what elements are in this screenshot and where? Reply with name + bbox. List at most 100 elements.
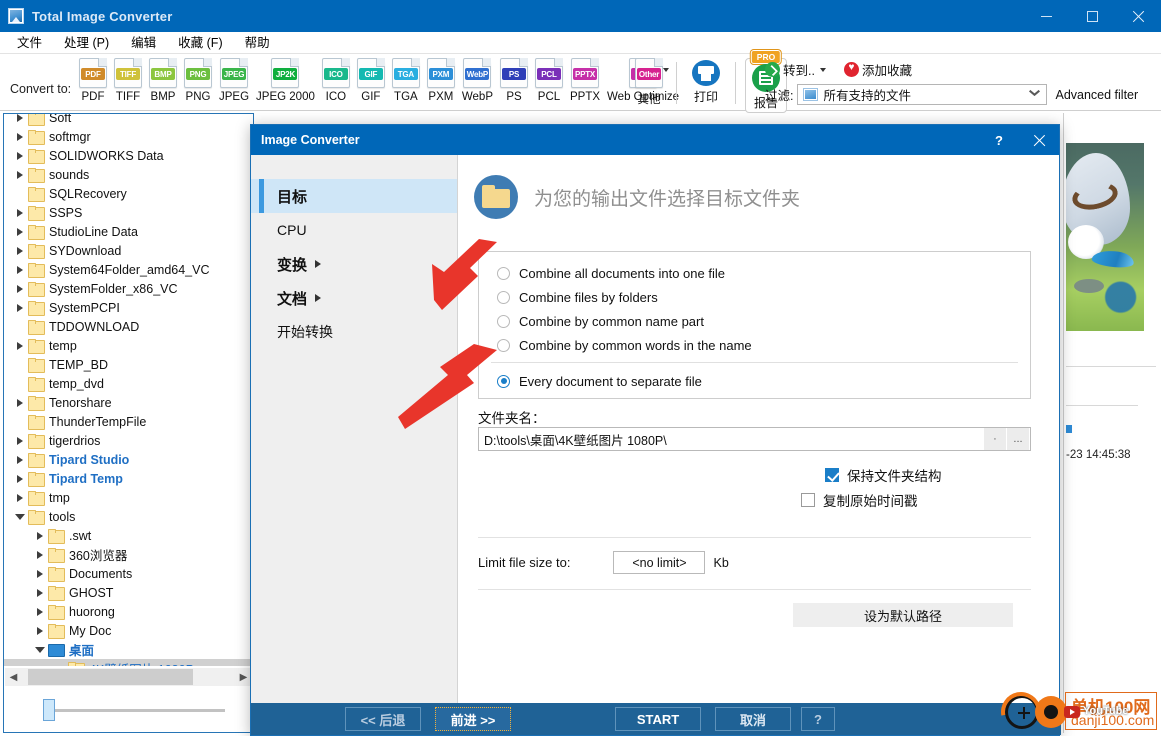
tree-item[interactable]: tigerdrios [4,431,253,450]
tree-item[interactable]: Soft [4,114,253,127]
goto-dropdown-caret-icon[interactable] [819,67,826,72]
tree-item[interactable]: TDDOWNLOAD [4,317,253,336]
browse-button[interactable]: ... [1007,428,1029,450]
tree-twisty-closed-icon[interactable] [32,602,48,621]
minimize-button[interactable] [1023,0,1069,32]
format-button-ps[interactable]: PS PS [497,58,531,103]
menu-item-edit[interactable]: 编辑 [120,32,167,54]
tree-item[interactable]: SystemFolder_x86_VC [4,279,253,298]
format-button-tga[interactable]: TGA TGA [389,58,423,103]
tree-item[interactable]: SOLIDWORKS Data [4,146,253,165]
other-dropdown-caret-icon[interactable] [663,68,669,72]
tree-twisty-closed-icon[interactable] [12,165,28,184]
tree-twisty-closed-icon[interactable] [12,469,28,488]
tree-item[interactable]: My Doc [4,621,253,640]
scroll-thumb[interactable] [28,669,193,685]
tree-item[interactable]: softmgr [4,127,253,146]
radio-option-3[interactable]: Combine by common words in the name [479,333,1030,357]
tree-twisty-closed-icon[interactable] [12,114,28,127]
path-dot-button[interactable]: · [984,428,1006,450]
maximize-button[interactable] [1069,0,1115,32]
advanced-filter-link[interactable]: Advanced filter [1055,88,1138,102]
radio-button[interactable] [497,374,510,388]
tree-twisty-closed-icon[interactable] [12,431,28,450]
tree-item[interactable]: Tenorshare [4,393,253,412]
tree-twisty-closed-icon[interactable] [32,526,48,545]
copy-original-timestamp-checkbox[interactable] [801,493,815,507]
scroll-track[interactable] [22,668,235,686]
format-button-gif[interactable]: GIF GIF [354,58,388,103]
next-button[interactable]: 前进 >> [435,707,511,731]
format-button-pptx[interactable]: PPTX PPTX [567,58,603,103]
radio-option-4[interactable]: Every document to separate file [479,369,1030,393]
tree-twisty-closed-icon[interactable] [12,336,28,355]
radio-button[interactable] [497,290,510,304]
dialog-close-button[interactable] [1019,125,1059,155]
goto-label[interactable]: 转到.. [783,60,815,79]
scroll-left-icon[interactable]: ◀ [5,668,22,686]
tree-twisty-open-icon[interactable] [32,640,48,659]
tree-twisty-open-icon[interactable] [52,659,68,666]
radio-button[interactable] [497,314,510,328]
format-button-other[interactable]: Other 其他 [632,58,669,107]
tree-item[interactable]: temp_dvd [4,374,253,393]
tree-twisty-closed-icon[interactable] [32,583,48,602]
nav-item-start-convert[interactable]: 开始转换 [251,315,457,349]
add-favorite-label[interactable]: 添加收藏 [862,60,912,79]
radio-option-2[interactable]: Combine by common name part [479,309,1030,333]
tree-item[interactable]: Tipard Studio [4,450,253,469]
format-button-pdf[interactable]: PDF PDF [76,58,110,103]
close-button[interactable] [1115,0,1161,32]
tree-twisty-closed-icon[interactable] [12,203,28,222]
tree-item[interactable]: tmp [4,488,253,507]
tree-twisty-closed-icon[interactable] [12,298,28,317]
tree-twisty-closed-icon[interactable] [32,545,48,564]
format-button-jpeg[interactable]: JPEG JPEG [216,58,252,103]
tree-item[interactable]: 4K壁纸图片 1080P [4,659,253,666]
tree-item[interactable]: GHOST [4,583,253,602]
format-button-webp[interactable]: WebP WebP [459,58,496,103]
tree-item[interactable]: temp [4,336,253,355]
tree-twisty-open-icon[interactable] [12,507,28,526]
tree-twisty-closed-icon[interactable] [12,279,28,298]
radio-button[interactable] [497,266,510,280]
tree-item[interactable]: sounds [4,165,253,184]
keep-folder-structure-row[interactable]: 保持文件夹结构 [825,465,942,485]
tree-item[interactable]: 桌面 [4,640,253,659]
format-button-png[interactable]: PNG PNG [181,58,215,103]
print-button[interactable]: 打印 [686,58,726,105]
start-button[interactable]: START [615,707,701,731]
radio-option-0[interactable]: Combine all documents into one file [479,261,1030,285]
format-button-tiff[interactable]: TIFF TIFF [111,58,145,103]
tree-item[interactable]: Documents [4,564,253,583]
cancel-button[interactable]: 取消 [715,707,791,731]
format-button-ico[interactable]: ICO ICO [319,58,353,103]
tree-twisty-closed-icon[interactable] [12,222,28,241]
format-button-pcl[interactable]: PCL PCL [532,58,566,103]
tree-item[interactable]: SQLRecovery [4,184,253,203]
nav-item-transform[interactable]: 变换 [251,247,457,281]
tree-item[interactable]: SYDownload [4,241,253,260]
format-button-bmp[interactable]: BMP BMP [146,58,180,103]
tree-twisty-closed-icon[interactable] [12,146,28,165]
nav-item-cpu[interactable]: CPU [251,213,457,247]
dialog-footer-help-button[interactable]: ? [801,707,835,731]
tree-item[interactable]: System64Folder_amd64_VC [4,260,253,279]
tree-item[interactable]: ThunderTempFile [4,412,253,431]
menu-item-file[interactable]: 文件 [6,32,53,54]
menu-item-favorites[interactable]: 收藏 (F) [167,32,233,54]
tree-twisty-closed-icon[interactable] [12,393,28,412]
folder-tree[interactable]: Soft softmgr SOLIDWORKS Data sounds SQLRecov… [4,114,253,666]
copy-original-timestamp-row[interactable]: 复制原始时间戳 [801,490,918,510]
tree-item[interactable]: Tipard Temp [4,469,253,488]
tree-item[interactable]: TEMP_BD [4,355,253,374]
dialog-help-button[interactable]: ? [979,125,1019,155]
tree-item[interactable]: StudioLine Data [4,222,253,241]
tree-twisty-closed-icon[interactable] [12,127,28,146]
tree-item[interactable]: huorong [4,602,253,621]
slider-handle[interactable] [43,699,55,721]
tree-item[interactable]: 360浏览器 [4,545,253,564]
limit-file-size-input[interactable]: <no limit> [613,551,706,574]
format-button-pxm[interactable]: PXM PXM [424,58,458,103]
filter-select[interactable]: 所有支持的文件 [797,84,1048,105]
